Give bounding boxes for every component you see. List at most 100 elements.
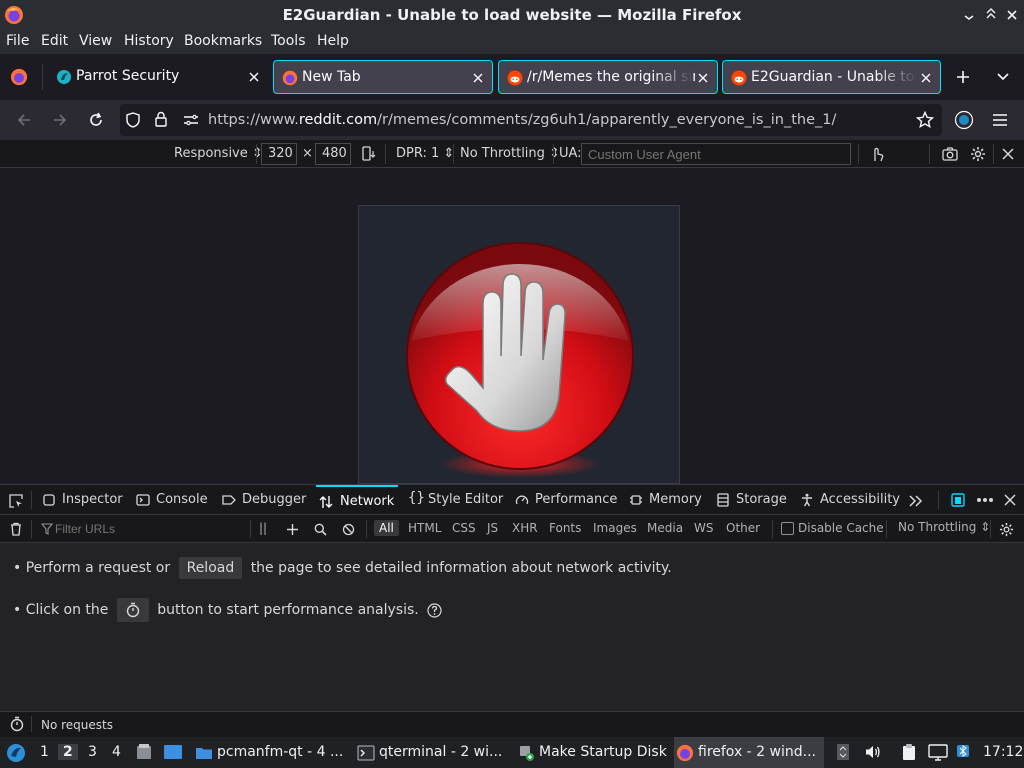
- more-tabs-chevrons-icon[interactable]: [908, 494, 924, 508]
- network-throttling-dropdown[interactable]: No Throttling ⇕: [898, 520, 990, 534]
- taskbar-make-startup-disk[interactable]: Make Startup Disk: [515, 737, 667, 768]
- menu-view[interactable]: View: [79, 33, 112, 49]
- tab-storage[interactable]: Storage: [716, 485, 787, 515]
- tab-console[interactable]: Console: [136, 485, 208, 515]
- tracking-protection-shield-icon[interactable]: [126, 112, 140, 128]
- file-cabinet-icon[interactable]: [135, 743, 153, 761]
- viewport-height-input[interactable]: 480: [315, 143, 351, 165]
- close-window-icon[interactable]: [1005, 8, 1019, 22]
- menu-history[interactable]: History: [124, 33, 174, 49]
- filter-all[interactable]: All: [374, 520, 399, 536]
- block-url-icon[interactable]: [342, 523, 355, 536]
- close-tab-icon[interactable]: [697, 72, 709, 84]
- rdm-settings-gear-icon[interactable]: [970, 146, 986, 162]
- user-agent-input[interactable]: [581, 143, 851, 165]
- menu-tools[interactable]: Tools: [271, 33, 306, 49]
- reload-button[interactable]: Reload: [178, 557, 243, 579]
- rotate-viewport-icon[interactable]: [361, 146, 377, 162]
- filter-media[interactable]: Media: [647, 521, 683, 535]
- show-desktop-icon[interactable]: [163, 743, 183, 761]
- filter-images[interactable]: Images: [593, 521, 637, 535]
- hamburger-menu-icon[interactable]: [992, 113, 1008, 127]
- tab-accessibility[interactable]: Accessibility: [800, 485, 900, 515]
- volume-icon[interactable]: [864, 744, 882, 760]
- close-rdm-icon[interactable]: [1002, 148, 1014, 160]
- touch-simulation-icon[interactable]: [869, 145, 885, 163]
- forward-arrow-icon[interactable]: [52, 112, 68, 128]
- close-tab-icon[interactable]: [472, 72, 484, 84]
- help-question-icon[interactable]: [427, 602, 442, 618]
- start-performance-analysis-button[interactable]: [116, 598, 149, 622]
- tab-e2guardian[interactable]: E2Guardian - Unable to lo: [722, 60, 941, 94]
- device-viewport[interactable]: [358, 205, 680, 484]
- network-settings-gear-icon[interactable]: [999, 522, 1014, 537]
- tab-performance[interactable]: Performance: [515, 485, 617, 515]
- performance-stopwatch-icon[interactable]: [9, 716, 25, 732]
- filter-html[interactable]: HTML: [408, 521, 441, 535]
- responsive-design-mode-icon[interactable]: [950, 492, 966, 508]
- reload-icon[interactable]: [88, 112, 104, 128]
- back-arrow-icon[interactable]: [16, 112, 32, 128]
- new-tab-plus-icon[interactable]: [956, 70, 970, 84]
- filter-fonts[interactable]: Fonts: [549, 521, 581, 535]
- menu-help[interactable]: Help: [317, 33, 349, 49]
- close-tab-icon[interactable]: [248, 71, 260, 83]
- tab-debugger[interactable]: Debugger: [222, 485, 306, 515]
- filter-xhr[interactable]: XHR: [512, 521, 538, 535]
- more-options-ellipsis-icon[interactable]: [976, 497, 994, 503]
- screenshot-camera-icon[interactable]: [942, 146, 958, 162]
- dpr-selector[interactable]: DPR: 1 ⇕: [396, 146, 454, 161]
- search-icon[interactable]: [314, 523, 327, 536]
- firefox-account-icon[interactable]: [954, 110, 974, 130]
- close-tab-icon[interactable]: [920, 72, 932, 84]
- pick-element-icon[interactable]: [8, 493, 24, 509]
- notice-text: • Perform a request or: [13, 560, 171, 576]
- menu-bookmarks[interactable]: Bookmarks: [184, 33, 262, 49]
- url-bar[interactable]: https://www.reddit.com/r/memes/comments/…: [120, 104, 942, 136]
- close-devtools-icon[interactable]: [1004, 494, 1016, 506]
- tab-new-tab[interactable]: New Tab: [273, 60, 493, 94]
- workspace-2[interactable]: 2: [58, 744, 78, 760]
- bookmark-star-icon[interactable]: [916, 111, 934, 129]
- taskbar-qterminal[interactable]: qterminal - 2 wi...: [355, 737, 505, 768]
- workspace-1[interactable]: 1: [40, 744, 49, 760]
- bluetooth-tray-icon[interactable]: [956, 744, 970, 758]
- permissions-icon[interactable]: [183, 113, 199, 127]
- tab-inspector[interactable]: Inspector: [42, 485, 123, 515]
- taskbar-pcmanfm[interactable]: pcmanfm-qt - 4 ...: [193, 737, 345, 768]
- stop-hand-icon: [406, 242, 634, 478]
- taskbar-firefox[interactable]: firefox - 2 wind...: [674, 737, 824, 768]
- filter-css[interactable]: CSS: [452, 521, 476, 535]
- tab-style-editor[interactable]: {} Style Editor: [408, 485, 503, 515]
- menu-file[interactable]: File: [6, 33, 29, 49]
- tab-memes[interactable]: /r/Memes the original sin: [498, 60, 718, 94]
- application-menu-icon[interactable]: [6, 743, 26, 763]
- maximize-icon[interactable]: [984, 8, 998, 22]
- clear-trash-icon[interactable]: [9, 522, 23, 536]
- minimize-icon[interactable]: [962, 8, 976, 22]
- filter-js[interactable]: JS: [487, 521, 498, 535]
- menu-edit[interactable]: Edit: [41, 33, 68, 49]
- tab-label: Inspector: [62, 492, 123, 507]
- firefox-view-icon[interactable]: [10, 68, 28, 86]
- device-selector[interactable]: Responsive ⇕: [174, 146, 263, 161]
- workspace-4[interactable]: 4: [112, 744, 121, 760]
- pause-recording-button[interactable]: ||: [259, 521, 267, 535]
- filter-urls-input[interactable]: [55, 520, 245, 538]
- tab-network[interactable]: Network: [316, 485, 398, 515]
- clipboard-icon[interactable]: [900, 743, 918, 761]
- disable-cache-checkbox[interactable]: [781, 522, 794, 535]
- lock-icon[interactable]: [155, 111, 167, 127]
- tab-parrot-security[interactable]: Parrot Security: [48, 60, 268, 94]
- tab-memory[interactable]: Memory: [629, 485, 702, 515]
- viewport-width-input[interactable]: 320: [261, 143, 297, 165]
- list-all-tabs-chevron-icon[interactable]: [996, 71, 1010, 83]
- workspace-3[interactable]: 3: [88, 744, 97, 760]
- tray-scroll-icon[interactable]: [836, 743, 850, 761]
- filter-ws[interactable]: WS: [694, 521, 713, 535]
- url-text: https://www.reddit.com/r/memes/comments/…: [208, 112, 836, 128]
- filter-other[interactable]: Other: [726, 521, 760, 535]
- network-throttling-selector[interactable]: No Throttling ⇕: [460, 146, 560, 161]
- add-request-plus-icon[interactable]: [286, 523, 299, 536]
- network-monitor-icon[interactable]: [928, 743, 948, 761]
